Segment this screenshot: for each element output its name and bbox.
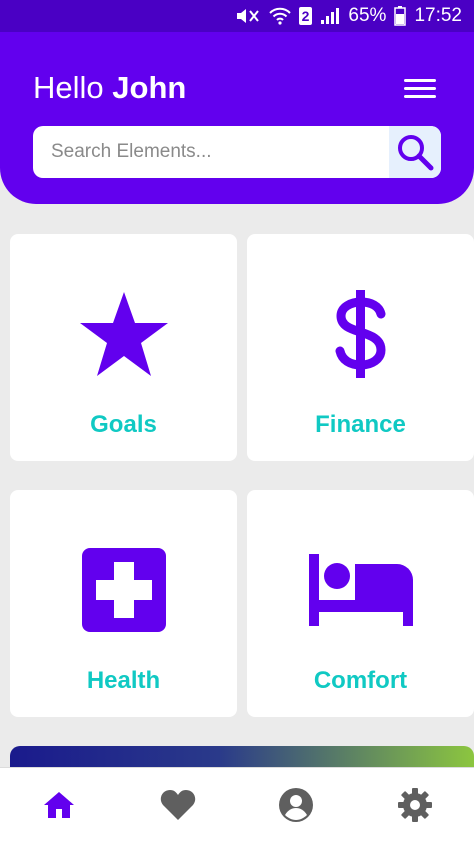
bed-icon (308, 554, 413, 626)
nav-home[interactable] (29, 775, 89, 835)
dollar-icon (335, 290, 386, 378)
status-time: 17:52 (414, 5, 462, 26)
battery-icon (394, 6, 407, 26)
settings-icon (397, 788, 432, 822)
user-name: John (112, 70, 187, 105)
card-health[interactable]: Health (10, 490, 237, 717)
sim-badge: 2 (298, 7, 313, 25)
app-header: Hello John (0, 32, 474, 204)
greeting-text: Hello (33, 70, 104, 105)
star-icon (79, 292, 168, 376)
signal-icon (320, 7, 340, 25)
nav-settings[interactable] (385, 775, 445, 835)
heart-icon (160, 790, 195, 820)
card-comfort[interactable]: Comfort (247, 490, 474, 717)
bottom-navigation (0, 767, 474, 842)
hamburger-menu-icon[interactable] (400, 74, 440, 104)
card-goals[interactable]: Goals (10, 234, 237, 461)
card-label: Health (86, 667, 161, 694)
search-icon (398, 135, 434, 171)
card-label: Goals (90, 411, 157, 438)
search-input[interactable] (33, 126, 389, 178)
nav-profile[interactable] (266, 775, 326, 835)
wifi-icon (268, 7, 291, 25)
search-button[interactable] (389, 126, 441, 178)
status-bar: 2 65% 17:52 (0, 0, 474, 32)
nav-favorites[interactable] (148, 775, 208, 835)
card-finance[interactable]: Finance (247, 234, 474, 461)
mute-icon (235, 7, 261, 25)
card-label: Finance (315, 411, 406, 438)
home-icon (44, 792, 75, 818)
medical-cross-icon (81, 548, 166, 632)
profile-icon (279, 788, 314, 822)
greeting: Hello John (33, 70, 186, 106)
battery-percent: 65% (348, 5, 387, 26)
card-label: Comfort (313, 667, 408, 694)
search-bar (33, 126, 441, 178)
